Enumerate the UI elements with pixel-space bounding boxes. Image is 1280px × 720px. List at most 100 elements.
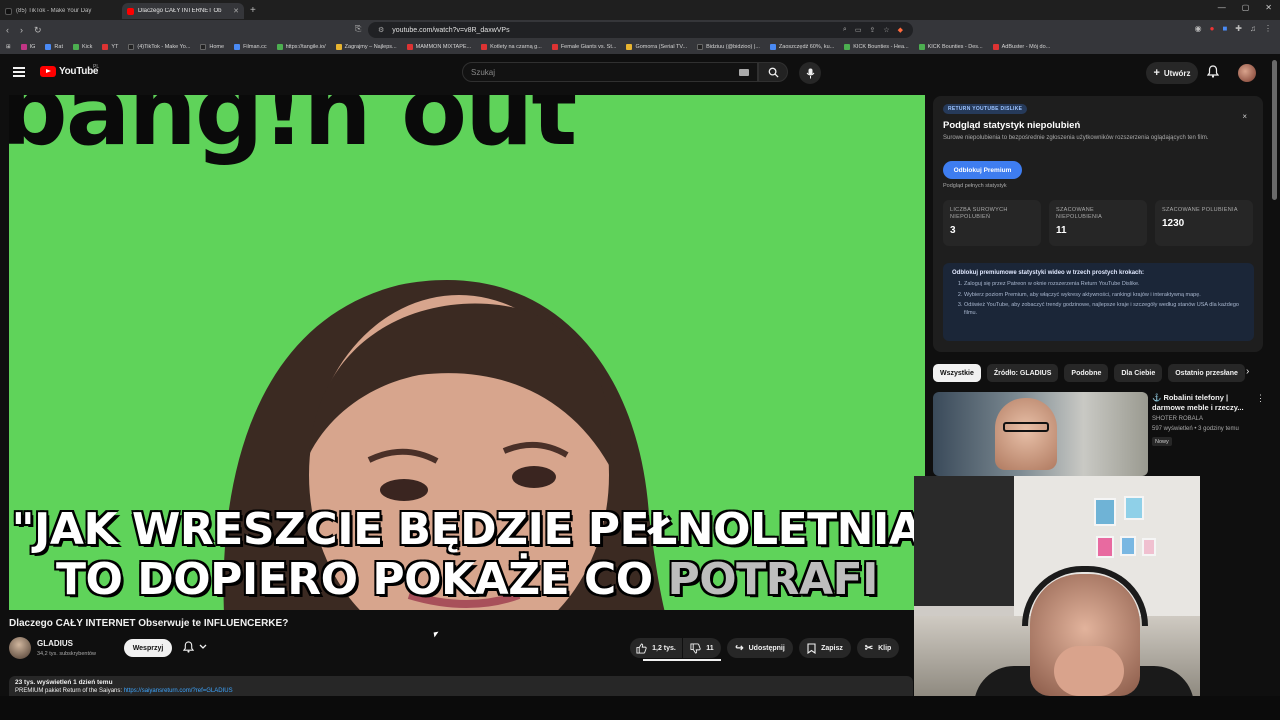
recommended-title[interactable]: ⚓ Robalini telefony | darmowe meble i rz… bbox=[1152, 393, 1252, 413]
video-background-graphic: bang!n out bbox=[9, 95, 577, 167]
keyboard-icon[interactable] bbox=[739, 69, 749, 76]
bookmark-item[interactable]: KICK Bounties - Hea... bbox=[844, 44, 909, 50]
caption-line-1: "JAK WRESZCIE BĘDZIE PEŁNOLETNIA bbox=[11, 504, 923, 555]
subscription-notifications[interactable] bbox=[183, 641, 207, 653]
puzzle-icon[interactable]: ✚ bbox=[1235, 24, 1242, 33]
address-bar[interactable]: ⚙ youtube.com/watch?v=v8R_daxwVPs ⌕ ▭ ⇪ … bbox=[368, 22, 913, 38]
bookmark-item[interactable]: Kick bbox=[72, 44, 92, 50]
more-options-icon[interactable]: ⋮ bbox=[1256, 393, 1265, 404]
stat-value: 1230 bbox=[1162, 218, 1185, 229]
browser-toolbar: ‹ › ↻ ⎘ ⚙ youtube.com/watch?v=v8R_daxwVP… bbox=[0, 20, 1280, 40]
chip-recent[interactable]: Ostatnio przesłane bbox=[1168, 364, 1245, 382]
chip-all[interactable]: Wszystkie bbox=[933, 364, 981, 382]
recommended-meta: 597 wyświetleń • 3 godziny temu bbox=[1152, 426, 1239, 432]
extension-icon[interactable]: ◉ bbox=[1195, 24, 1202, 33]
chip-for-you[interactable]: Dla Ciebie bbox=[1114, 364, 1163, 382]
brave-shield-icon[interactable]: ◆ bbox=[898, 26, 903, 34]
bookmark-item[interactable]: https://tangile.io/ bbox=[276, 44, 326, 50]
new-badge: Nowy bbox=[1152, 437, 1172, 446]
close-tab-icon[interactable]: ✕ bbox=[233, 7, 239, 15]
chevron-down-icon bbox=[199, 644, 207, 649]
bookmark-item[interactable]: Filman.cc bbox=[234, 44, 267, 50]
maximize-icon[interactable]: ▢ bbox=[1242, 3, 1250, 12]
extension-icon[interactable]: ● bbox=[1210, 24, 1215, 33]
new-tab-button[interactable]: + bbox=[250, 5, 256, 16]
unlock-premium-button[interactable]: Odblokuj Premium bbox=[943, 161, 1022, 179]
bookmark-item[interactable]: Female Giants vs. St... bbox=[551, 44, 616, 50]
recommended-thumbnail[interactable] bbox=[933, 392, 1148, 476]
notifications-button[interactable] bbox=[1206, 65, 1220, 83]
chevron-right-icon[interactable]: › bbox=[1246, 366, 1249, 377]
menu-dots-icon[interactable]: ⋮ bbox=[1264, 24, 1272, 33]
mouse-cursor-icon bbox=[433, 631, 440, 638]
bookmark-item[interactable]: (4)TikTok - Make Yo... bbox=[128, 44, 190, 50]
dislike-button[interactable]: 11 bbox=[683, 638, 721, 658]
description-line: PREMIUM pakiet Return of the Saiyans: ht… bbox=[15, 688, 233, 694]
description-box[interactable]: 23 tys. wyświetleń 1 dzień temu PREMIUM … bbox=[9, 676, 913, 696]
share-button[interactable]: ↪ Udostępnij bbox=[727, 638, 793, 658]
save-label: Zapisz bbox=[821, 644, 843, 652]
video-player[interactable]: bang!n out "JAK WRESZCIE BĘDZIE PEŁNOLET… bbox=[9, 95, 925, 610]
close-window-icon[interactable]: ✕ bbox=[1265, 3, 1272, 12]
channel-avatar[interactable] bbox=[9, 637, 31, 659]
youtube-logo[interactable]: YouTube PL bbox=[40, 64, 99, 77]
media-icon[interactable]: ♫ bbox=[1250, 24, 1256, 33]
bookmark-item[interactable]: Bidziuu (@bidzioo) |... bbox=[697, 44, 760, 50]
reload-icon[interactable]: ↻ bbox=[34, 25, 42, 36]
bookmark-item[interactable]: YT bbox=[102, 44, 118, 50]
bookmark-item[interactable]: AdBuster - Mój do... bbox=[992, 44, 1050, 50]
clip-label: Klip bbox=[878, 644, 892, 652]
chip-source[interactable]: Źródło: GLADIUS bbox=[986, 364, 1059, 382]
full-stats-link[interactable]: Podgląd pełnych statystyk bbox=[943, 183, 1007, 189]
browser-tab-tiktok[interactable]: (85) TikTok - Make Your Day bbox=[0, 3, 122, 19]
search-input[interactable] bbox=[471, 67, 731, 77]
tiktok-icon bbox=[5, 7, 12, 15]
step-item: Zaloguj się przez Patreon w oknie rozsze… bbox=[964, 281, 1245, 289]
filter-chips: Wszystkie Źródło: GLADIUS Podobne Dla Ci… bbox=[933, 364, 1263, 382]
close-icon[interactable]: × bbox=[1242, 112, 1247, 121]
bookmark-item[interactable]: Gomorra (Serial TV... bbox=[626, 44, 687, 50]
bookmark-item[interactable]: KICK Bounties - Des... bbox=[918, 44, 983, 50]
bookmark-item[interactable]: Rat bbox=[45, 44, 63, 50]
recommended-channel[interactable]: SHOTER ROBALA bbox=[1152, 416, 1203, 422]
bookmark-item[interactable]: Kotlety na czarną g... bbox=[481, 44, 542, 50]
ryd-subtitle: Surowe niepolubienia to bezpośrednie zgł… bbox=[943, 135, 1209, 141]
bookmark-item[interactable]: Zaoszczędź 60%, ku... bbox=[769, 44, 834, 50]
voice-search-button[interactable] bbox=[799, 62, 821, 84]
site-info-icon[interactable]: ⚙ bbox=[378, 26, 384, 34]
star-icon[interactable]: ☆ bbox=[883, 26, 889, 34]
youtube-play-icon bbox=[40, 66, 56, 77]
extension-icons: ◉ ● ■ ✚ ♫ ⋮ bbox=[1195, 24, 1272, 33]
create-label: Utwórz bbox=[1163, 68, 1191, 78]
bookmark-item[interactable]: MAMMON MIXTAPE... bbox=[406, 44, 471, 50]
forward-icon[interactable]: › bbox=[20, 25, 23, 36]
bookmark-item[interactable]: Zagrajmy – Najleps... bbox=[335, 44, 397, 50]
back-icon[interactable]: ‹ bbox=[6, 25, 9, 36]
search-box[interactable] bbox=[462, 62, 758, 82]
channel-name[interactable]: GLADIUS bbox=[37, 639, 73, 648]
ryd-panel: RETURN YOUTUBE DISLIKE × Podgląd statyst… bbox=[933, 96, 1263, 352]
support-button[interactable]: Wesprzyj bbox=[124, 639, 172, 657]
zoom-icon[interactable]: ⌕ bbox=[843, 26, 847, 34]
bookmark-item[interactable]: Home bbox=[200, 44, 224, 50]
extension-icon[interactable]: ■ bbox=[1222, 24, 1227, 33]
create-button[interactable]: + Utwórz bbox=[1146, 62, 1198, 84]
clip-button[interactable]: ✂ Klip bbox=[857, 638, 899, 658]
browser-tab-youtube[interactable]: Dlaczego CAŁY INTERNET Ob ✕ bbox=[122, 3, 244, 19]
chip-related[interactable]: Podobne bbox=[1064, 364, 1109, 382]
search-button[interactable] bbox=[758, 62, 788, 82]
like-button[interactable]: 1,2 tys. bbox=[630, 638, 682, 658]
apps-icon[interactable]: ⊞ bbox=[6, 44, 11, 50]
bookmark-star-icon[interactable]: ⎘ bbox=[355, 24, 361, 34]
page-scrollbar[interactable] bbox=[1272, 60, 1277, 200]
account-avatar[interactable] bbox=[1238, 64, 1256, 82]
bookmark-item[interactable]: IG bbox=[20, 44, 35, 50]
cast-icon[interactable]: ▭ bbox=[855, 26, 862, 34]
description-link[interactable]: https://saiyansreturn.com/?ref=GLADIUS bbox=[124, 688, 233, 694]
minimize-icon[interactable]: — bbox=[1218, 3, 1226, 12]
bell-icon bbox=[1206, 65, 1220, 78]
hamburger-menu-icon[interactable] bbox=[13, 67, 25, 77]
url-text: youtube.com/watch?v=v8R_daxwVPs bbox=[392, 26, 510, 34]
save-button[interactable]: Zapisz bbox=[799, 638, 851, 658]
share-icon[interactable]: ⇪ bbox=[869, 26, 875, 34]
